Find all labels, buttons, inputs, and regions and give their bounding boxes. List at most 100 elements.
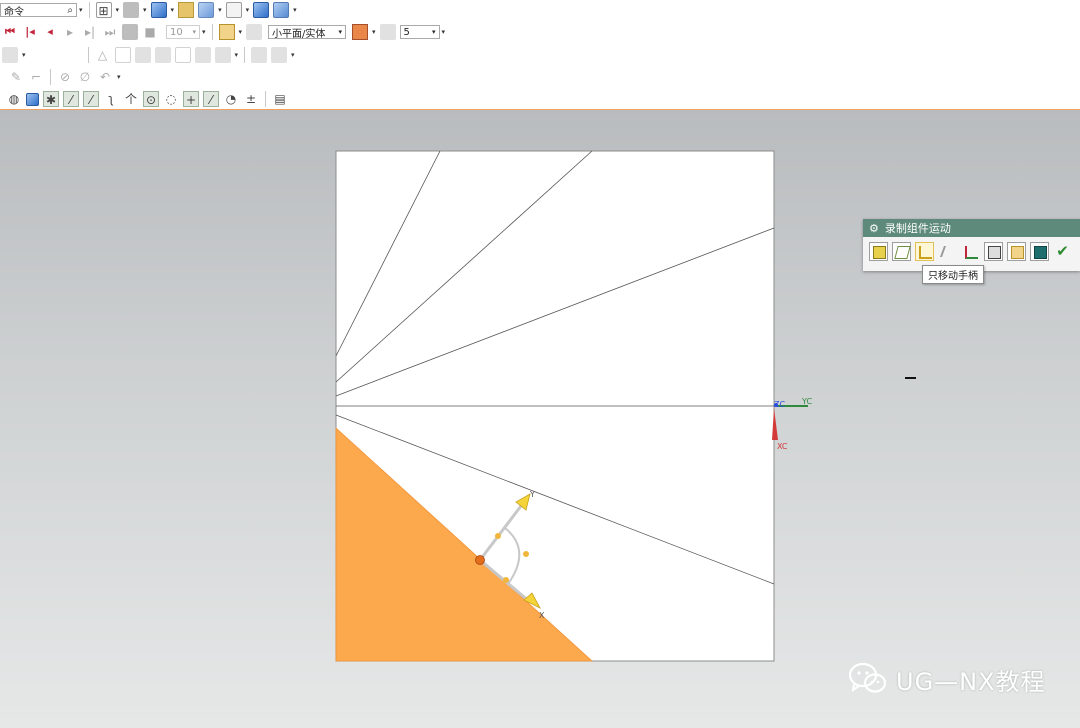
chevron-down-icon[interactable]: ▾ bbox=[171, 6, 175, 14]
component-icon[interactable] bbox=[154, 47, 171, 63]
command-search-box[interactable]: 命令 ⌕ bbox=[0, 3, 77, 18]
snap-icon[interactable] bbox=[218, 24, 235, 40]
chevron-down-icon[interactable]: ▾ bbox=[218, 6, 222, 14]
chevron-down-icon[interactable]: ▾ bbox=[79, 6, 83, 14]
toolbar-divider bbox=[88, 2, 90, 18]
snap-end-icon[interactable]: ✱ bbox=[43, 91, 59, 107]
sequence-icon[interactable] bbox=[271, 47, 288, 63]
gear-icon[interactable]: ⚙ bbox=[869, 222, 879, 235]
step-size-icon[interactable] bbox=[379, 24, 396, 40]
step-forward-icon[interactable]: ▸| bbox=[82, 24, 98, 40]
toolbar-row-2: ⏮ |◂ ◂ ▸ ▸| ⏭ ■ 10 ▾ ▾ ▾ 小平面/实体 ▾ ▾ 5 ▾ … bbox=[0, 22, 447, 42]
snap-curve-icon[interactable]: ʅ bbox=[103, 91, 119, 107]
layer-settings-icon[interactable] bbox=[198, 2, 215, 18]
capture-icon bbox=[1034, 246, 1047, 259]
dialog-title-bar[interactable]: ⚙ 录制组件运动 bbox=[863, 219, 1080, 237]
snap-face-icon[interactable]: ◔ bbox=[223, 91, 239, 107]
snap-handle-button[interactable] bbox=[938, 242, 958, 261]
forward-to-end-icon[interactable]: ⏭ bbox=[102, 24, 118, 40]
snap-perp-icon[interactable]: 个 bbox=[123, 91, 139, 107]
display-toggle-icon[interactable] bbox=[246, 24, 263, 40]
view-orient-icon[interactable] bbox=[253, 2, 270, 18]
assembly-icon[interactable] bbox=[134, 47, 151, 63]
command-search-value: 命令 bbox=[4, 6, 24, 18]
step-back-icon[interactable]: |◂ bbox=[22, 24, 38, 40]
graphics-window[interactable]: Y X ZC YC XC bbox=[0, 109, 1080, 728]
explode-icon[interactable] bbox=[251, 47, 268, 63]
handle-dot[interactable] bbox=[495, 533, 501, 539]
interference-icon[interactable] bbox=[352, 24, 369, 40]
stop-icon[interactable]: ■ bbox=[142, 24, 158, 40]
chevron-down-icon[interactable]: ▾ bbox=[246, 6, 250, 14]
checkmark-icon[interactable]: ✔ bbox=[1053, 242, 1072, 261]
toolbar-divider bbox=[265, 91, 266, 107]
view-section-icon[interactable] bbox=[273, 2, 290, 18]
chevron-down-icon[interactable]: ▾ bbox=[239, 28, 243, 36]
toolbar-row-3: ▾ △ ▾ ▾ bbox=[0, 45, 297, 65]
chevron-down-icon[interactable]: ▾ bbox=[235, 51, 239, 59]
chevron-down-icon[interactable]: ▾ bbox=[202, 28, 206, 36]
create-sequence-button[interactable] bbox=[1007, 242, 1026, 261]
search-icon[interactable]: ⌕ bbox=[67, 5, 73, 16]
solid-icon[interactable] bbox=[26, 92, 39, 106]
filter-icon[interactable]: ▤ bbox=[272, 91, 288, 107]
wcs-orient-button[interactable] bbox=[961, 242, 980, 261]
play-forward-icon[interactable]: ▸ bbox=[62, 24, 78, 40]
snap-tangent-icon[interactable]: ⁄ bbox=[203, 91, 219, 107]
move-handle-only-button[interactable] bbox=[915, 242, 934, 261]
triangle-icon[interactable]: △ bbox=[95, 47, 111, 63]
layer-folder-icon[interactable] bbox=[178, 2, 195, 18]
chevron-down-icon[interactable]: ▾ bbox=[22, 51, 26, 59]
snap-quadrant-icon[interactable]: ◌ bbox=[163, 91, 179, 107]
coordinate-triad: ZC YC XC bbox=[772, 397, 812, 451]
handle-icon bbox=[919, 246, 932, 259]
play-back-icon[interactable]: ◂ bbox=[42, 24, 58, 40]
dialog-title: 录制组件运动 bbox=[884, 222, 951, 235]
handle-dot[interactable] bbox=[503, 577, 509, 583]
snap-intersect-icon[interactable]: + bbox=[183, 91, 199, 107]
toolbar-area: 命令 ⌕ ▾ ⊞ ▾ ▾ ▾ ▾ ▾ ▾ ⏮ |◂ ◂ ▸ ▸| ⏭ ■ 10 … bbox=[0, 0, 1080, 109]
chevron-down-icon[interactable]: ▾ bbox=[293, 6, 297, 14]
snap-mid-icon[interactable]: ⁄ bbox=[83, 91, 99, 107]
snap-line-icon[interactable]: ⁄ bbox=[63, 91, 79, 107]
handle-origin[interactable] bbox=[475, 555, 485, 565]
undo-icon[interactable]: ↶ bbox=[97, 69, 113, 85]
shaded-cube-icon[interactable] bbox=[150, 2, 167, 18]
snapshot-button[interactable] bbox=[984, 242, 1003, 261]
handle-dot[interactable] bbox=[523, 551, 529, 557]
chevron-down-icon: ▾ bbox=[192, 28, 196, 36]
grid-view-icon[interactable]: ⊞ bbox=[95, 2, 112, 18]
display-mode-combo[interactable]: 小平面/实体 ▾ bbox=[268, 25, 347, 40]
arrangement-icon[interactable] bbox=[214, 47, 231, 63]
circle-slash-icon[interactable]: ⊘ bbox=[57, 69, 73, 85]
model-scene[interactable]: Y X ZC YC XC bbox=[0, 110, 1080, 728]
table-icon[interactable] bbox=[114, 47, 131, 63]
chevron-down-icon[interactable]: ▾ bbox=[116, 6, 120, 14]
no-entry-icon[interactable]: ∅ bbox=[77, 69, 93, 85]
shade-icon[interactable] bbox=[123, 2, 140, 18]
pen-icon[interactable]: ✎ bbox=[8, 69, 24, 85]
export-movie-icon[interactable] bbox=[122, 24, 138, 40]
step-value-combo[interactable]: 5 ▾ bbox=[399, 25, 440, 39]
record-component-motion-dialog[interactable]: ⚙ 录制组件运动 ✔ bbox=[863, 219, 1080, 271]
rewind-to-start-icon[interactable]: ⏮ bbox=[2, 24, 18, 40]
image-icon[interactable] bbox=[174, 47, 191, 63]
select-component-button[interactable] bbox=[869, 242, 888, 261]
toolbar-divider bbox=[211, 24, 213, 40]
snap-point-icon[interactable]: ± bbox=[243, 91, 259, 107]
chevron-down-icon[interactable]: ▾ bbox=[143, 6, 147, 14]
chevron-down-icon[interactable]: ▾ bbox=[117, 73, 121, 81]
move-object-button[interactable] bbox=[892, 242, 911, 261]
measure-icon[interactable] bbox=[194, 47, 211, 63]
background-icon[interactable] bbox=[225, 2, 242, 18]
snap-center-icon[interactable]: ⊙ bbox=[143, 91, 159, 107]
chevron-down-icon[interactable]: ▾ bbox=[442, 28, 446, 36]
chevron-down-icon: ▾ bbox=[338, 28, 343, 36]
sketch-icon[interactable] bbox=[2, 47, 18, 63]
frame-count-combo[interactable]: 10 ▾ bbox=[166, 25, 200, 39]
sphere-icon[interactable]: ◍ bbox=[6, 91, 22, 107]
dimension-icon[interactable]: ⌐ bbox=[28, 69, 44, 85]
chevron-down-icon[interactable]: ▾ bbox=[291, 51, 295, 59]
capture-button[interactable] bbox=[1030, 242, 1049, 261]
chevron-down-icon[interactable]: ▾ bbox=[372, 28, 376, 36]
